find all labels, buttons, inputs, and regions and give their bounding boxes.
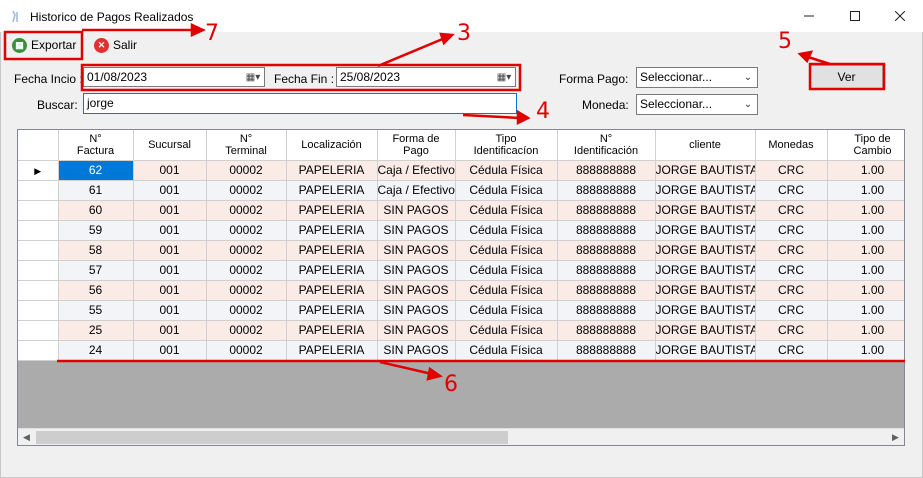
annotation-overlay: 7 3 4 5 6 xyxy=(3,21,905,397)
dates-highlight-box xyxy=(80,63,522,92)
export-highlight-box xyxy=(3,30,84,61)
annotation-6: 6 xyxy=(444,372,458,397)
annotation-7: 7 xyxy=(205,21,219,46)
annotation-4: 4 xyxy=(536,99,550,124)
annotation-5: 5 xyxy=(778,29,792,54)
annotation-arrows xyxy=(82,23,831,381)
ver-highlight-box xyxy=(808,62,886,91)
annotation-3: 3 xyxy=(457,21,471,46)
